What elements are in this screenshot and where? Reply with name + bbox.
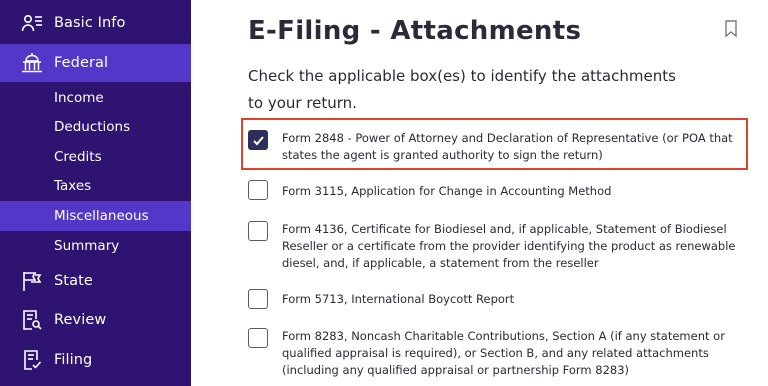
instructions-text: Check the applicable box(es) to identify… (248, 67, 676, 112)
sidebar-subitem-taxes[interactable]: Taxes (0, 171, 191, 201)
sidebar-subitem-summary[interactable]: Summary (0, 231, 191, 261)
document-check-icon (20, 348, 44, 372)
sidebar-subitem-label: Taxes (54, 178, 92, 194)
sidebar-item-label: Basic Info (54, 15, 126, 31)
sidebar-subitem-miscellaneous[interactable]: Miscellaneous (0, 201, 191, 231)
sidebar-item-label: Filing (54, 352, 93, 368)
option-label: Form 8283, Noncash Charitable Contributi… (282, 329, 725, 377)
checkbox-form-2848[interactable] (248, 130, 268, 150)
sidebar-subitem-label: Summary (54, 238, 120, 254)
sidebar-item-label: State (54, 273, 93, 289)
option-label: Form 4136, Certificate for Biodiesel and… (282, 222, 736, 270)
sidebar-subitem-deductions[interactable]: Deductions (0, 112, 191, 142)
flag-icon (20, 269, 44, 293)
sidebar-subitem-label: Miscellaneous (54, 208, 149, 224)
sidebar-subitem-label: Credits (54, 149, 102, 165)
checkbox-form-5713[interactable] (248, 289, 268, 309)
option-label: Form 2848 - Power of Attorney and Declar… (282, 131, 733, 162)
capitol-icon (20, 51, 44, 75)
option-label: Form 3115, Application for Change in Acc… (282, 184, 612, 198)
sidebar-subitem-credits[interactable]: Credits (0, 142, 191, 172)
sidebar-subitem-income[interactable]: Income (0, 83, 191, 113)
sidebar-item-state[interactable]: State (0, 262, 191, 300)
document-search-icon (20, 308, 44, 332)
sidebar-item-basic-info[interactable]: Basic Info (0, 4, 191, 42)
checkbox-form-3115[interactable] (248, 180, 268, 200)
option-label: Form 5713, International Boycott Report (282, 292, 515, 306)
sidebar-subitem-label: Deductions (54, 119, 131, 135)
sidebar-item-label: Federal (54, 55, 109, 71)
bookmark-icon[interactable] (724, 20, 740, 40)
page-title: E-Filing - Attachments (248, 16, 582, 46)
sidebar-item-federal[interactable]: Federal (0, 44, 191, 82)
sidebar-subitem-label: Income (54, 90, 104, 106)
sidebar-item-filing[interactable]: Filing (0, 341, 191, 379)
sidebar-item-review[interactable]: Review (0, 301, 191, 339)
sidebar-item-label: Review (54, 312, 107, 328)
checkbox-form-4136[interactable] (248, 221, 268, 241)
checkbox-form-8283[interactable] (248, 328, 268, 348)
person-list-icon (20, 11, 44, 35)
sidebar: Basic Info Federal Income Deductions Cre… (0, 0, 191, 386)
main-content: E-Filing - Attachments Check the applica… (191, 0, 768, 386)
